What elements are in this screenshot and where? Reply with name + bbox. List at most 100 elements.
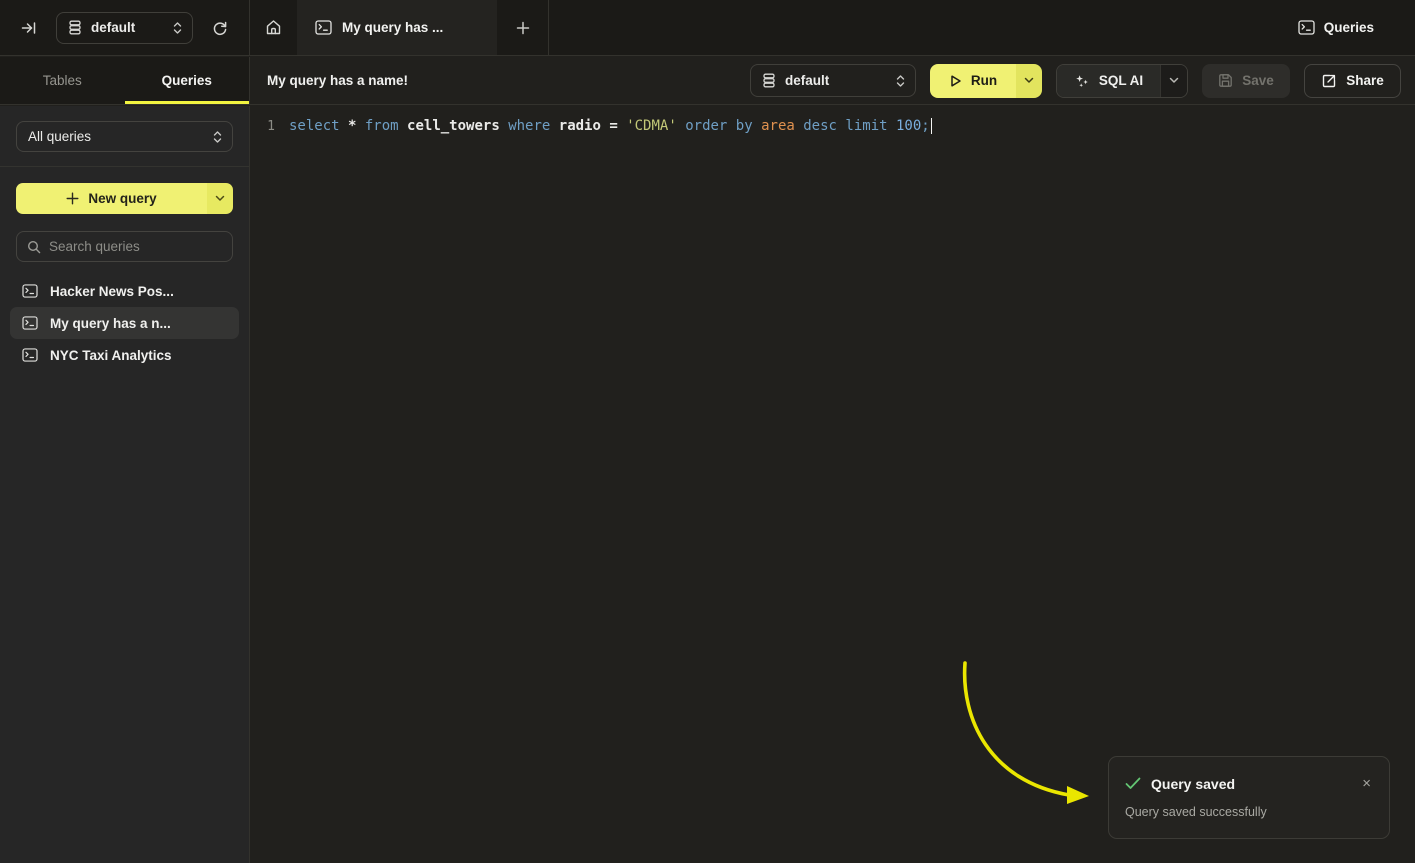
terminal-icon xyxy=(22,316,38,330)
toolbar: My query has a name! default xyxy=(250,57,1415,104)
play-icon xyxy=(949,74,962,88)
query-item-label: My query has a n... xyxy=(50,316,171,331)
chevron-down-icon xyxy=(215,195,225,202)
queries-nav-label: Queries xyxy=(1324,20,1374,35)
query-item-label: NYC Taxi Analytics xyxy=(50,348,172,363)
chevron-down-icon xyxy=(1024,77,1034,84)
search-queries-input[interactable] xyxy=(49,239,226,254)
share-button[interactable]: Share xyxy=(1304,64,1401,98)
search-queries-box xyxy=(16,231,233,262)
tab-queries-label: Queries xyxy=(162,73,212,88)
save-button-label: Save xyxy=(1242,73,1274,88)
save-icon xyxy=(1218,73,1233,88)
sidebar-divider xyxy=(0,166,249,167)
database-icon xyxy=(762,73,776,88)
sql-ai-button[interactable]: SQL AI xyxy=(1057,65,1160,97)
database-selector[interactable]: default xyxy=(56,12,193,44)
topbar-spacer xyxy=(549,0,1298,55)
topbar: default xyxy=(0,0,1415,56)
query-list: Hacker News Pos... My query has a n... xyxy=(10,275,239,371)
save-button[interactable]: Save xyxy=(1202,64,1290,98)
chevron-down-icon xyxy=(1169,77,1179,84)
code-token: desc xyxy=(803,118,845,134)
app-root: default xyxy=(0,0,1415,863)
new-tab-button[interactable] xyxy=(497,0,548,55)
sql-editor[interactable]: 1 select * from cell_towers where radio … xyxy=(251,106,1415,863)
refresh-button[interactable] xyxy=(205,13,235,43)
sql-ai-button-group: SQL AI xyxy=(1056,64,1188,98)
tab-tables[interactable]: Tables xyxy=(0,57,125,104)
active-tab-underline xyxy=(125,101,250,104)
query-list-item-selected[interactable]: My query has a n... xyxy=(10,307,239,339)
plus-icon xyxy=(66,192,79,205)
code-token: 'CDMA' xyxy=(626,118,685,134)
query-list-item[interactable]: Hacker News Pos... xyxy=(10,275,239,307)
code-token: radio xyxy=(559,118,610,134)
terminal-icon xyxy=(1298,20,1315,35)
plus-icon xyxy=(516,21,530,35)
query-filter-select[interactable]: All queries xyxy=(16,121,233,152)
terminal-icon xyxy=(22,348,38,362)
topbar-left: default xyxy=(0,0,250,55)
sidebar: All queries New query xyxy=(0,106,250,863)
code-token: cell_towers xyxy=(407,118,508,134)
run-button-group: Run xyxy=(930,64,1042,98)
text-cursor xyxy=(931,118,933,134)
new-query-button[interactable]: New query xyxy=(16,183,207,214)
database-icon xyxy=(68,20,82,35)
code-token: order xyxy=(685,118,736,134)
refresh-icon xyxy=(212,20,228,36)
code-line: 1 select * from cell_towers where radio … xyxy=(251,106,1415,134)
query-tab-label: My query has ... xyxy=(342,20,443,35)
code-token: select xyxy=(289,118,348,134)
database-selector-toolbar[interactable]: default xyxy=(750,64,916,97)
queries-nav[interactable]: Queries xyxy=(1298,0,1374,55)
toolbar-actions: default Run xyxy=(750,64,1401,98)
new-query-button-label: New query xyxy=(88,191,156,206)
annotation-arrow xyxy=(251,106,1415,863)
query-list-item[interactable]: NYC Taxi Analytics xyxy=(10,339,239,371)
new-query-button-group: New query xyxy=(16,183,233,214)
database-selector-toolbar-value: default xyxy=(785,73,887,88)
chevron-updown-icon xyxy=(213,130,222,144)
run-button-label: Run xyxy=(971,73,997,88)
sql-ai-options-button[interactable] xyxy=(1160,65,1187,97)
run-options-button[interactable] xyxy=(1016,64,1042,98)
new-query-options-button[interactable] xyxy=(207,183,233,214)
code-token: by xyxy=(736,118,761,134)
code-token: ; xyxy=(921,118,929,134)
tab-tables-label: Tables xyxy=(43,73,82,88)
topbar-main: My query has ... Queries xyxy=(250,0,1415,55)
check-icon xyxy=(1125,777,1141,790)
code-token: = xyxy=(609,118,626,134)
search-icon xyxy=(27,240,41,254)
tab-queries[interactable]: Queries xyxy=(125,57,250,104)
toast-query-saved: Query saved × Query saved successfully xyxy=(1108,756,1390,839)
home-button[interactable] xyxy=(250,0,297,55)
collapse-sidebar-button[interactable] xyxy=(14,13,44,43)
query-item-label: Hacker News Pos... xyxy=(50,284,174,299)
toast-title: Query saved xyxy=(1151,776,1235,792)
second-row: Tables Queries My query has a name! xyxy=(0,57,1415,105)
code-token: from xyxy=(365,118,407,134)
terminal-icon xyxy=(315,20,332,35)
share-icon xyxy=(1321,73,1337,89)
toast-close-button[interactable]: × xyxy=(1358,774,1375,793)
code-token: where xyxy=(508,118,559,134)
toast-message: Query saved successfully xyxy=(1125,805,1375,819)
query-tab[interactable]: My query has ... xyxy=(297,0,497,55)
code-token: * xyxy=(348,118,365,134)
chevron-updown-icon xyxy=(896,74,905,88)
sidebar-tabs: Tables Queries xyxy=(0,57,250,104)
run-button[interactable]: Run xyxy=(930,64,1016,98)
collapse-sidebar-icon xyxy=(21,20,37,36)
code-token: limit xyxy=(845,118,896,134)
code-token: 100 xyxy=(896,118,921,134)
chevron-updown-icon xyxy=(173,21,182,35)
toast-header: Query saved × xyxy=(1125,774,1375,793)
code-token: area xyxy=(761,118,803,134)
query-title: My query has a name! xyxy=(267,73,408,88)
share-button-label: Share xyxy=(1346,73,1384,88)
sparkles-icon xyxy=(1074,73,1090,89)
code-content: select * from cell_towers where radio = … xyxy=(289,118,932,134)
